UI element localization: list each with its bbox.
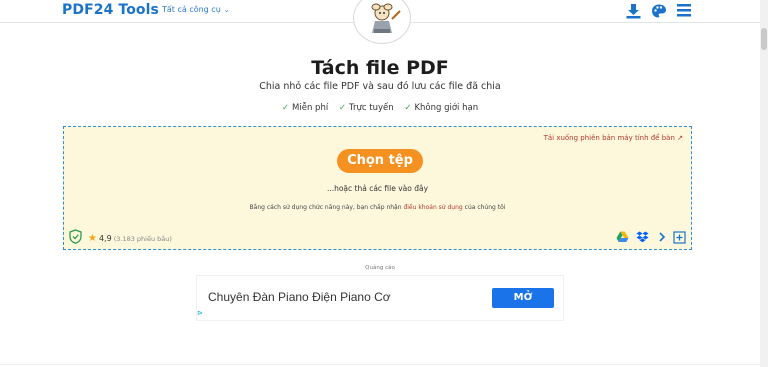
- file-drop-zone[interactable]: Tải xuống phiên bản máy tính để bàn ↗ Ch…: [63, 126, 692, 250]
- scrollbar-thumb[interactable]: [761, 28, 767, 50]
- terms-notice: Bằng cách sử dụng chức năng này, bạn chấ…: [249, 204, 506, 211]
- page-subtitle: Chia nhỏ các file PDF và sau đó lưu các …: [259, 81, 501, 92]
- feature-list: ✓ Miễn phí ✓ Trực tuyến ✓ Không giới hạn: [0, 103, 760, 113]
- palette-icon[interactable]: [651, 3, 667, 19]
- ad-choices-icon[interactable]: ⊳: [197, 309, 203, 317]
- hamburger-menu-icon[interactable]: [677, 3, 691, 17]
- check-icon: ✓: [338, 103, 347, 113]
- file-source-icons: [616, 231, 686, 245]
- divider: [0, 364, 760, 365]
- rating[interactable]: ★ 4,9 (3.183 phiếu bầu): [88, 233, 172, 244]
- check-icon: ✓: [404, 103, 412, 113]
- add-file-icon[interactable]: [673, 231, 686, 244]
- dropbox-icon[interactable]: [636, 231, 649, 243]
- page-scrollbar[interactable]: [760, 0, 768, 367]
- rating-value: 4,9: [98, 234, 112, 243]
- feature-online: ✓ Trực tuyến: [338, 103, 394, 113]
- external-link-icon: ↗: [677, 134, 683, 142]
- google-drive-icon[interactable]: [616, 231, 629, 243]
- terms-link[interactable]: điều khoản sử dụng: [403, 204, 462, 211]
- drop-hint: ...hoặc thả các file vào đây: [326, 184, 429, 193]
- star-icon: ★: [88, 233, 97, 244]
- rating-count: (3.183 phiếu bầu): [113, 235, 172, 243]
- desktop-version-link[interactable]: Tải xuống phiên bản máy tính để bàn ↗: [544, 134, 683, 142]
- shield-check-icon[interactable]: [69, 229, 82, 244]
- check-icon: ✓: [281, 103, 290, 113]
- chevron-down-icon: ⌄: [223, 6, 230, 14]
- all-tools-label: Tất cả công cụ: [162, 5, 221, 14]
- all-tools-menu[interactable]: Tất cả công cụ ⌄: [162, 5, 230, 14]
- ad-open-button[interactable]: MỞ: [492, 288, 554, 308]
- ad-label: Quảng cáo: [365, 265, 395, 271]
- choose-file-button[interactable]: Chọn tệp: [337, 149, 423, 173]
- site-logo[interactable]: PDF24 Tools: [62, 2, 159, 18]
- feature-free: ✓ Miễn phí: [281, 103, 329, 113]
- page-title: Tách file PDF: [311, 57, 449, 79]
- ad-text[interactable]: Chuyên Đàn Piano Điện Piano Cơ: [208, 290, 391, 304]
- chevron-right-icon[interactable]: [657, 231, 667, 243]
- ad-banner[interactable]: Chuyên Đàn Piano Điện Piano Cơ MỞ ⊳: [196, 275, 564, 321]
- download-icon[interactable]: [626, 3, 641, 19]
- feature-unlimited: ✓ Không giới hạn: [404, 103, 479, 113]
- mascot-logo-icon[interactable]: [353, 0, 411, 44]
